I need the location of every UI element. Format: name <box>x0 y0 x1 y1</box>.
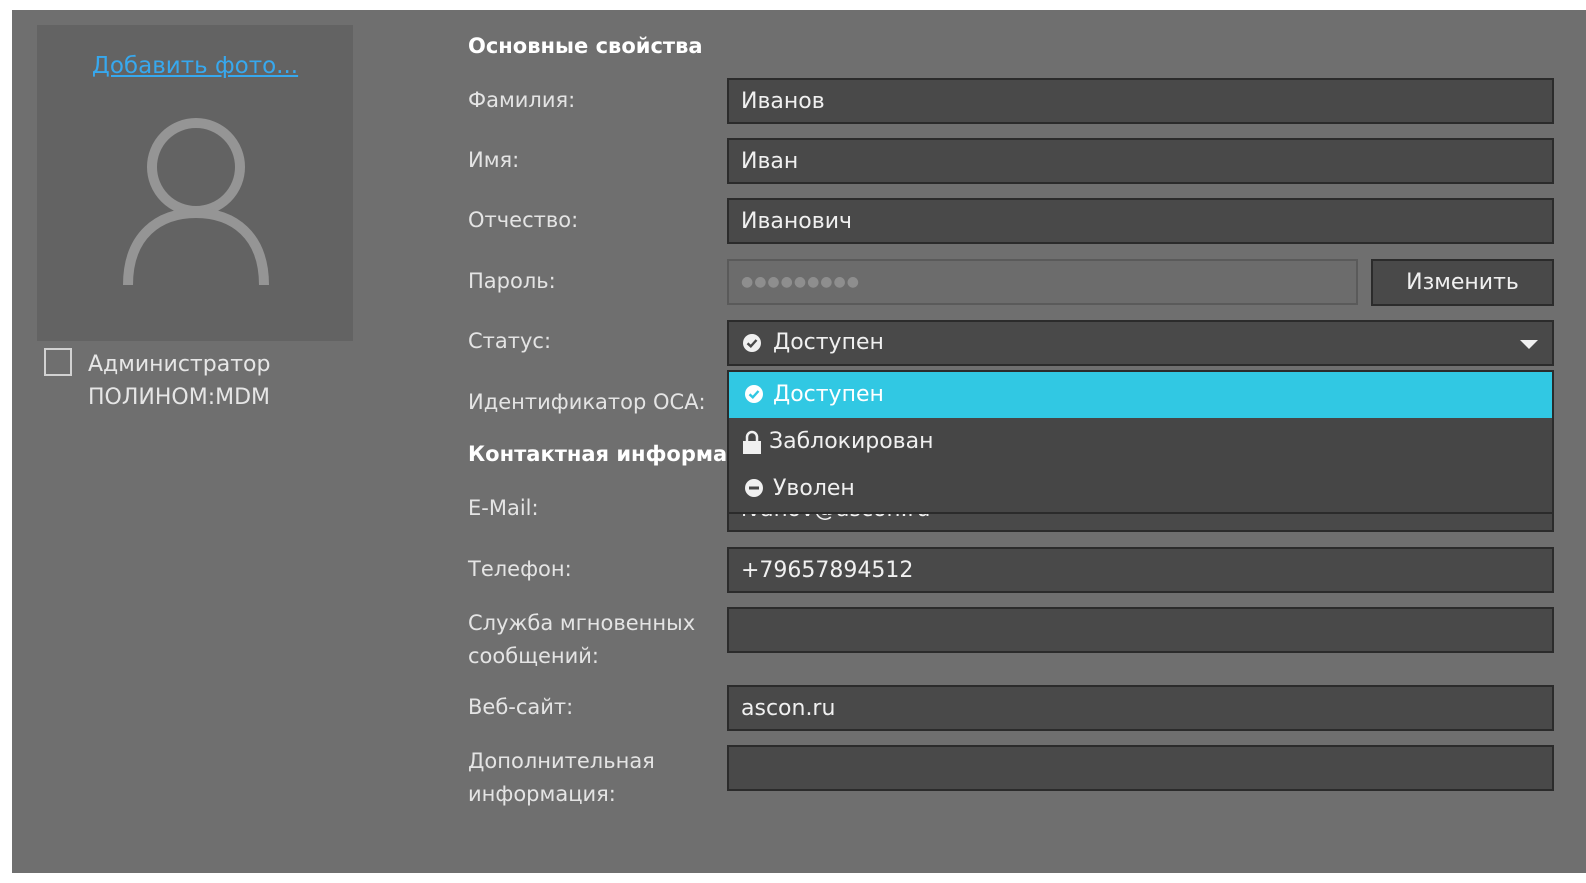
section-title-contact: Контактная информация <box>468 442 771 466</box>
im-label: Служба мгновенных сообщений: <box>468 611 696 668</box>
password-field: ●●●●●●●●● <box>727 259 1358 305</box>
check-circle-icon <box>743 334 761 352</box>
add-photo-link[interactable]: Добавить фото... <box>37 53 353 79</box>
change-password-button[interactable]: Изменить <box>1371 259 1554 306</box>
status-option-available[interactable]: Доступен <box>729 372 1552 418</box>
email-label: E-Mail: <box>468 496 539 520</box>
password-label: Пароль: <box>468 269 556 293</box>
phone-input[interactable] <box>727 547 1554 593</box>
lock-icon <box>743 430 761 454</box>
osa-id-label: Идентификатор ОСА: <box>468 390 706 414</box>
middle-name-input[interactable] <box>727 198 1554 244</box>
middle-name-label: Отчество: <box>468 208 579 232</box>
phone-label: Телефон: <box>468 557 572 581</box>
chevron-down-icon[interactable] <box>1520 340 1538 350</box>
admin-checkbox[interactable] <box>44 348 72 376</box>
section-title-main: Основные свойства <box>468 34 703 58</box>
first-name-label: Имя: <box>468 148 520 172</box>
last-name-input[interactable] <box>727 78 1554 124</box>
status-option-blocked[interactable]: Заблокирован <box>729 419 1552 465</box>
check-circle-icon <box>745 385 763 403</box>
first-name-input[interactable] <box>727 138 1554 184</box>
status-option-dismissed[interactable]: Уволен <box>729 466 1552 512</box>
status-label: Статус: <box>468 329 552 353</box>
status-select[interactable]: Доступен <box>727 320 1554 366</box>
minus-circle-icon <box>745 479 763 497</box>
website-input[interactable] <box>727 685 1554 731</box>
photo-area[interactable]: Добавить фото... <box>37 25 353 341</box>
website-label: Веб-сайт: <box>468 695 574 719</box>
status-dropdown-list: Доступен Заблокирован Уволен <box>727 370 1554 514</box>
user-avatar-icon <box>123 118 269 286</box>
last-name-label: Фамилия: <box>468 88 576 112</box>
im-input[interactable] <box>727 607 1554 653</box>
status-selected-value: Доступен <box>773 330 884 355</box>
admin-label: Администратор ПОЛИНОМ:MDM <box>88 352 271 410</box>
extra-info-label: Дополнительная информация: <box>468 749 655 806</box>
extra-info-input[interactable] <box>727 745 1554 791</box>
